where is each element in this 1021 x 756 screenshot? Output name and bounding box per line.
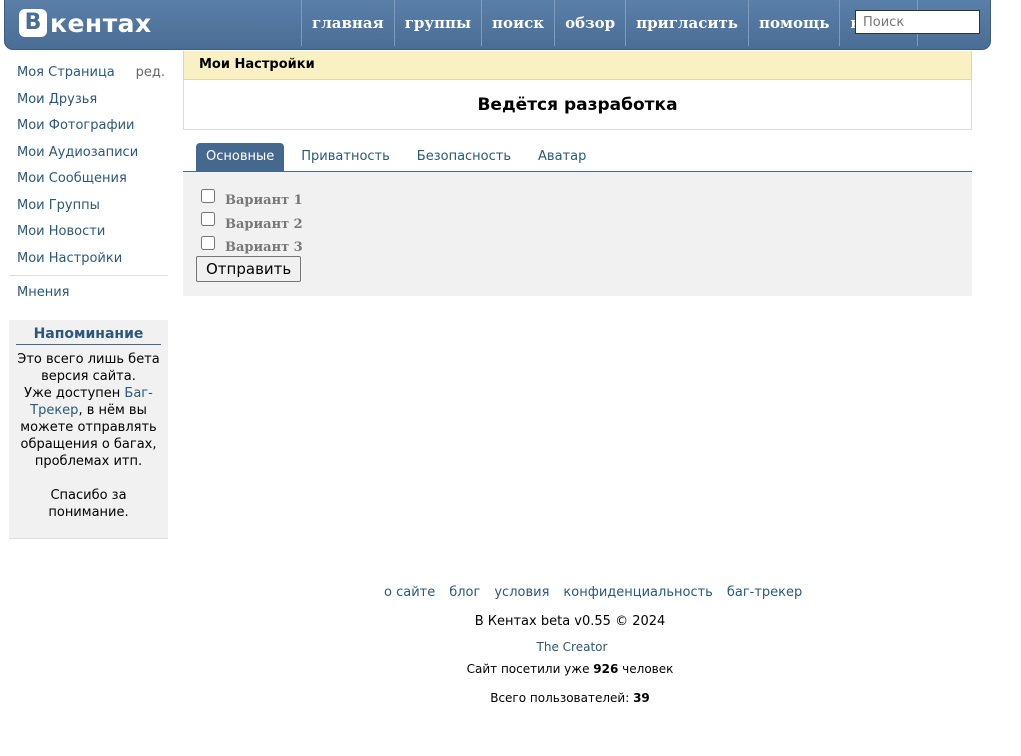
nav-help[interactable]: помощь <box>747 0 839 46</box>
copyright: В Кентах beta v0.55 © 2024 <box>474 614 666 629</box>
option-row: Вариант 3 <box>201 234 972 258</box>
option-3-checkbox[interactable] <box>201 235 215 250</box>
option-row: Вариант 1 <box>201 187 972 211</box>
user-counter: Всего пользователей: 39 <box>0 691 1021 705</box>
settings-form: Вариант 1 Вариант 2 Вариант 3 <box>183 172 972 296</box>
sidebar-item-groups[interactable]: Мои Группы <box>9 193 168 220</box>
nav-invite[interactable]: пригласить <box>625 0 748 46</box>
footer-blog[interactable]: блог <box>449 585 480 600</box>
sidebar-item-messages[interactable]: Мои Сообщения <box>9 166 168 193</box>
logo-text: кентах <box>50 8 152 38</box>
nav-browse[interactable]: обзор <box>554 0 625 46</box>
site-logo[interactable]: В кентах <box>19 8 152 38</box>
sidebar-item-photos[interactable]: Мои Фотографии <box>9 113 168 140</box>
edit-link[interactable]: ред. <box>136 60 165 86</box>
users-prefix: Всего пользователей: <box>490 691 634 705</box>
visit-counter: Сайт посетили уже 926 человек <box>0 662 1021 676</box>
option-row: Вариант 2 <box>201 211 972 235</box>
footer-about[interactable]: о сайте <box>384 585 435 600</box>
nav-home[interactable]: главная <box>301 0 394 46</box>
sidebar-item-friends[interactable]: Мои Друзья <box>9 87 168 114</box>
sidebar-item-settings[interactable]: Мои Настройки <box>9 246 168 273</box>
top-header: В кентах главная группы поиск обзор приг… <box>4 0 991 50</box>
search-input[interactable] <box>855 10 980 34</box>
visits-prefix: Сайт посетили уже <box>466 662 594 676</box>
sidebar-menu: Моя Страница ред. Мои Друзья Мои Фотогра… <box>9 60 168 307</box>
option-1-label[interactable]: Вариант 1 <box>225 189 303 208</box>
sidebar-item-opinions[interactable]: Мнения <box>9 280 168 307</box>
option-3-label[interactable]: Вариант 3 <box>225 236 303 255</box>
option-2-checkbox[interactable] <box>201 212 215 227</box>
footer-privacy[interactable]: конфиденциальность <box>563 585 712 600</box>
users-count: 39 <box>633 691 650 705</box>
reminder-title: Напоминание <box>16 326 161 345</box>
reminder-text: Это всего лишь бета версия сайта. Уже до… <box>9 351 168 521</box>
page-title: Мои Настройки <box>183 51 972 80</box>
tab-privacy[interactable]: Приватность <box>291 143 400 171</box>
reminder-text-1: Это всего лишь бета версия сайта. <box>17 352 160 384</box>
reminder-box: Напоминание Это всего лишь бета версия с… <box>9 320 168 539</box>
nav-groups[interactable]: группы <box>393 0 481 46</box>
dev-notice: Ведётся разработка <box>183 80 972 130</box>
sidebar-item-news[interactable]: Мои Новости <box>9 219 168 246</box>
tab-security[interactable]: Безопасность <box>407 143 521 171</box>
visits-suffix: человек <box>618 662 674 676</box>
creator-link[interactable]: The Creator <box>0 640 1021 654</box>
option-1-checkbox[interactable] <box>201 188 215 203</box>
option-2-label[interactable]: Вариант 2 <box>225 213 303 232</box>
main-content: Мои Настройки Ведётся разработка Основны… <box>183 51 972 296</box>
reminder-text-2a: Уже доступен <box>24 386 125 401</box>
sidebar-divider <box>9 275 168 276</box>
footer-bug-tracker[interactable]: баг-трекер <box>727 585 802 600</box>
reminder-text-3: Спасибо за понимание. <box>48 488 129 520</box>
tab-general[interactable]: Основные <box>196 143 285 171</box>
top-nav: главная группы поиск обзор пригласить по… <box>301 0 919 46</box>
footer-links: о сайте блог условия конфиденциальность … <box>384 585 816 600</box>
sidebar-row-my-page: Моя Страница ред. <box>9 60 168 87</box>
visits-count: 926 <box>593 662 619 676</box>
sidebar-item-audio[interactable]: Мои Аудиозаписи <box>9 140 168 167</box>
submit-button[interactable]: Отправить <box>196 256 302 282</box>
tab-avatar[interactable]: Аватар <box>528 143 596 171</box>
footer-terms[interactable]: условия <box>494 585 549 600</box>
logo-icon: В <box>19 9 47 37</box>
settings-tabs: Основные Приватность Безопасность Аватар <box>183 143 972 172</box>
nav-search[interactable]: поиск <box>480 0 554 46</box>
